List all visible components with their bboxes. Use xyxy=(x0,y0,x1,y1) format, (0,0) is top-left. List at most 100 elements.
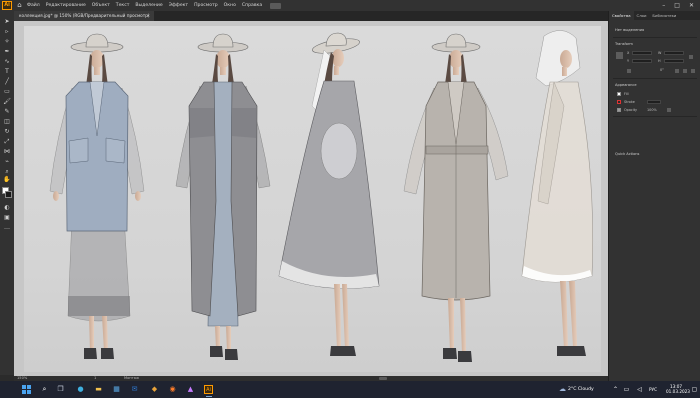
opacity-dropdown-icon[interactable] xyxy=(667,108,671,112)
stroke-weight-field[interactable] xyxy=(647,100,661,104)
selection-tool-icon[interactable]: ➤ xyxy=(3,19,11,25)
notifications-icon[interactable]: ▢ xyxy=(690,385,699,394)
pencil-tool-icon[interactable]: ✎ xyxy=(3,109,11,115)
rectangle-tool-icon[interactable]: ▭ xyxy=(3,89,11,95)
menu-edit[interactable]: Редактирование xyxy=(46,3,86,8)
horizontal-scrollbar[interactable] xyxy=(379,377,387,380)
opacity-value[interactable]: 100% xyxy=(647,108,657,112)
figure-4 xyxy=(403,33,509,362)
flip-vertical-icon[interactable] xyxy=(683,69,687,73)
photos-icon[interactable]: ◆ xyxy=(150,385,159,394)
y-field[interactable] xyxy=(632,59,652,63)
volume-icon[interactable]: ◁ xyxy=(635,385,644,394)
paintbrush-tool-icon[interactable]: 🖌 xyxy=(3,99,11,105)
home-icon[interactable]: ⌂ xyxy=(15,1,24,10)
transform-heading: Transform xyxy=(615,42,633,46)
close-tab-icon[interactable]: × xyxy=(146,11,150,21)
window-controls: – □ ✕ xyxy=(662,2,694,9)
menu-select[interactable]: Выделение xyxy=(135,3,162,8)
eraser-tool-icon[interactable]: ◫ xyxy=(3,119,11,125)
scale-tool-icon[interactable]: ⤢ xyxy=(3,139,11,145)
stroke-swatch[interactable] xyxy=(5,191,12,198)
draw-mode-icon[interactable]: ◐ xyxy=(3,205,11,211)
stroke-color-swatch[interactable] xyxy=(617,100,621,104)
divider xyxy=(613,116,697,117)
file-explorer-icon[interactable]: ▬ xyxy=(94,385,103,394)
menu-text[interactable]: Текст xyxy=(116,3,130,8)
type-tool-icon[interactable]: T xyxy=(3,69,11,75)
maximize-icon[interactable]: □ xyxy=(674,2,680,9)
artboard[interactable] xyxy=(24,26,601,372)
no-selection-label: Нет выделения xyxy=(615,28,645,32)
menu-view[interactable]: Просмотр xyxy=(194,3,218,8)
constrain-proportions-icon[interactable] xyxy=(689,55,693,59)
curvature-tool-icon[interactable]: ∿ xyxy=(3,59,11,65)
network-icon[interactable]: ▭ xyxy=(622,385,631,394)
menu-help[interactable]: Справка xyxy=(242,3,262,8)
rotate-tool-icon[interactable]: ↻ xyxy=(3,129,11,135)
start-button[interactable] xyxy=(22,385,31,394)
task-view-icon[interactable]: ❐ xyxy=(56,385,65,394)
language-indicator[interactable]: РУС xyxy=(649,385,657,394)
tray-arrow-icon[interactable]: ⌃ xyxy=(611,385,620,394)
x-label: X xyxy=(627,51,630,55)
tools-panel: ➤ ▹ ✧ ✒ ∿ T ╱ ▭ 🖌 ✎ ◫ ↻ ⤢ ⋈ ⌁ ⌕ ✋ ◐ ▣ … xyxy=(0,11,14,375)
illustrator-icon[interactable]: Ai xyxy=(204,385,213,394)
width-tool-icon[interactable]: ⋈ xyxy=(3,149,11,155)
x-field[interactable] xyxy=(632,51,652,55)
more-options-icon[interactable] xyxy=(691,69,695,73)
workspace-switcher[interactable] xyxy=(270,2,282,9)
divider xyxy=(613,78,697,79)
w-label: W xyxy=(658,51,662,55)
tab-libraries[interactable]: Библиотеки xyxy=(649,11,679,20)
menu-effect[interactable]: Эффект xyxy=(169,3,188,8)
illustrator-window: Ai ⌂ Файл Редактирование Объект Текст Вы… xyxy=(0,0,700,398)
close-icon[interactable]: ✕ xyxy=(689,2,694,9)
h-field[interactable] xyxy=(664,59,684,63)
hand-tool-icon[interactable]: ✋ xyxy=(3,177,11,183)
appearance-heading: Appearance xyxy=(615,83,637,87)
search-icon[interactable]: ⌕ xyxy=(40,385,49,394)
direct-selection-tool-icon[interactable]: ▹ xyxy=(3,29,11,35)
reference-point-icon[interactable] xyxy=(616,52,623,59)
app-icon[interactable]: ▲ xyxy=(186,385,195,394)
minimize-icon[interactable]: – xyxy=(662,2,665,9)
edge-icon[interactable]: ● xyxy=(76,385,85,394)
pen-tool-icon[interactable]: ✒ xyxy=(3,49,11,55)
menu-window[interactable]: Окно xyxy=(224,3,236,8)
clock[interactable]: 13:07 01.03.2023 xyxy=(666,384,690,394)
document-tabs: коллекция.jpg* @ 150% (RGB/Предварительн… xyxy=(14,11,608,21)
tab-properties[interactable]: Свойства xyxy=(609,11,634,20)
more-tools-icon[interactable]: … xyxy=(3,225,11,231)
panel-tabs: Свойства Слои Библиотеки xyxy=(609,11,700,20)
app-logo: Ai xyxy=(2,1,12,10)
document-tab-title: коллекция.jpg* @ 150% (RGB/Предварительн… xyxy=(19,13,150,18)
zoom-tool-icon[interactable]: ⌕ xyxy=(3,169,11,175)
menu-object[interactable]: Объект xyxy=(92,3,110,8)
windows-taskbar: ⌕ ❐ ● ▬ ▦ ✉ ◆ ◉ ▲ Ai ☁ 2°C Cloudy ⌃ ▭ ◁ … xyxy=(0,381,700,398)
menu-file[interactable]: Файл xyxy=(27,3,40,8)
opacity-label: Opacity xyxy=(624,108,638,112)
canvas-area[interactable] xyxy=(14,21,608,376)
figure-3 xyxy=(278,32,380,356)
weather-text[interactable]: 2°C Cloudy xyxy=(568,385,594,394)
y-label: Y xyxy=(627,59,630,63)
fill-label: Fill xyxy=(624,92,629,96)
mail-icon[interactable]: ✉ xyxy=(130,385,139,394)
figure-5 xyxy=(521,30,594,356)
clock-date: 01.03.2023 xyxy=(666,389,690,394)
rotate-icon xyxy=(627,69,631,73)
angle-value[interactable]: 0° xyxy=(660,68,664,72)
screen-mode-icon[interactable]: ▣ xyxy=(3,215,11,221)
fill-color-swatch[interactable] xyxy=(617,92,621,96)
w-field[interactable] xyxy=(664,51,684,55)
magic-wand-tool-icon[interactable]: ✧ xyxy=(3,39,11,45)
menu-bar: Ai ⌂ Файл Редактирование Объект Текст Вы… xyxy=(0,0,700,11)
flip-horizontal-icon[interactable] xyxy=(675,69,679,73)
chrome-icon[interactable]: ◉ xyxy=(168,385,177,394)
document-tab[interactable]: коллекция.jpg* @ 150% (RGB/Предварительн… xyxy=(14,11,154,21)
store-icon[interactable]: ▦ xyxy=(112,385,121,394)
eyedropper-tool-icon[interactable]: ⌁ xyxy=(3,159,11,165)
tab-layers[interactable]: Слои xyxy=(634,11,650,20)
line-tool-icon[interactable]: ╱ xyxy=(3,79,11,85)
